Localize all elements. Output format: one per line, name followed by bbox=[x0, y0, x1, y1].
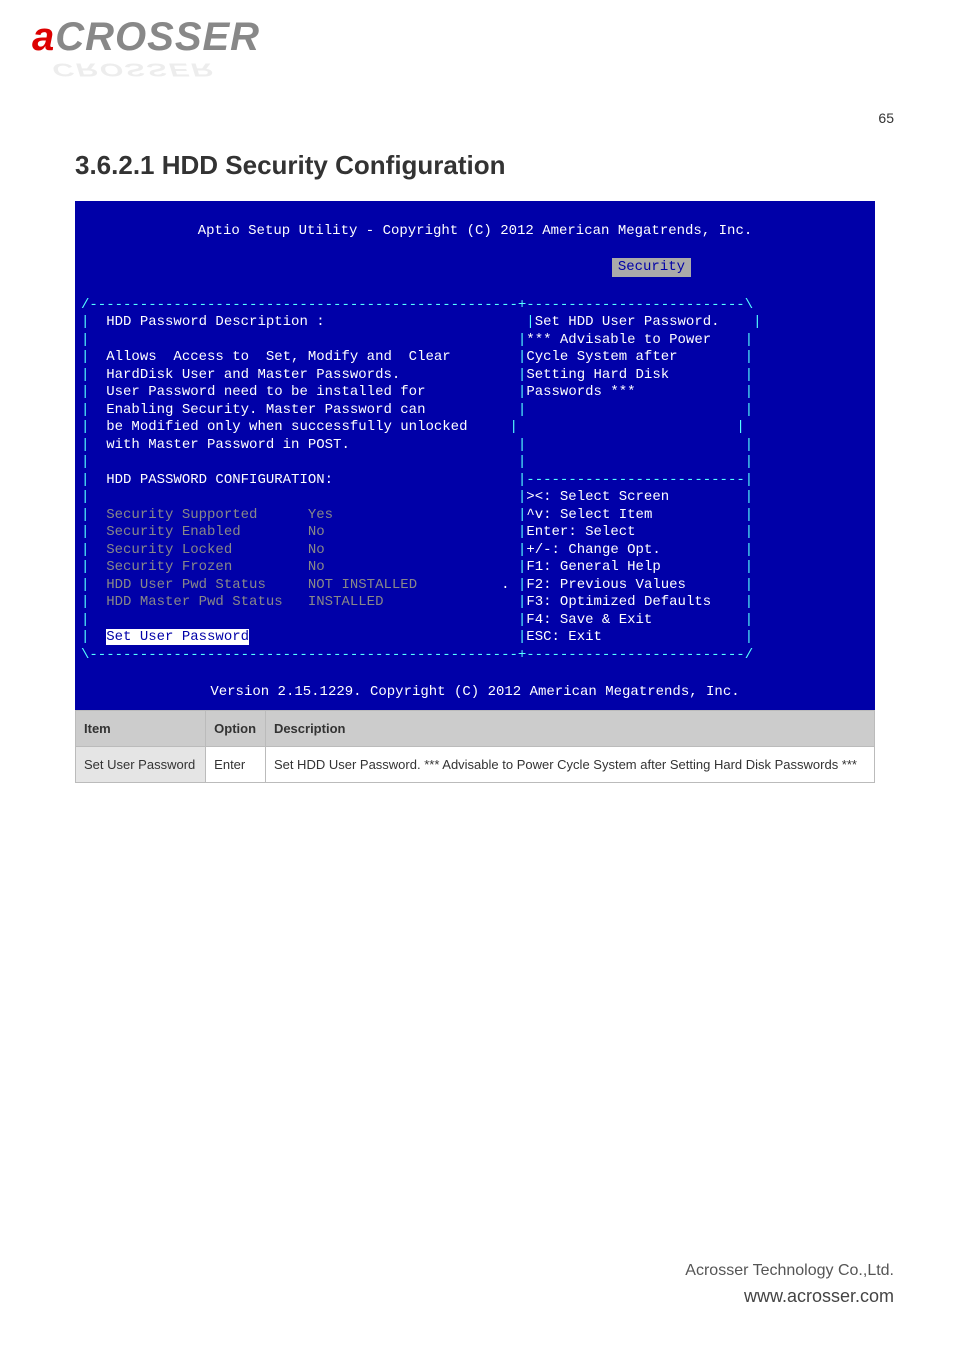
page-footer: Acrosser Technology Co.,Ltd. www.acrosse… bbox=[685, 1259, 894, 1310]
bios-row5-label: HDD Master Pwd Status bbox=[106, 594, 282, 610]
bios-key5: F1: General Help bbox=[526, 559, 660, 575]
td-item: Set User Password bbox=[76, 747, 206, 783]
options-table: Item Option Description Set User Passwor… bbox=[75, 710, 875, 783]
table-row: Set User Password Enter Set HDD User Pas… bbox=[76, 747, 875, 783]
th-desc: Description bbox=[265, 711, 874, 747]
bios-desc5: be Modified only when successfully unloc… bbox=[106, 419, 467, 435]
main-section: 3.6.2.1 HDD Security Configuration Aptio… bbox=[75, 150, 875, 740]
bios-key7: F3: Optimized Defaults bbox=[526, 594, 711, 610]
bios-desc6: with Master Password in POST. bbox=[106, 437, 350, 453]
td-option: Enter bbox=[206, 747, 266, 783]
bios-body: /---------------------------------------… bbox=[75, 297, 875, 665]
bios-header: Aptio Setup Utility - Copyright (C) 2012… bbox=[75, 219, 875, 241]
bios-row4-val: NOT INSTALLED bbox=[308, 577, 417, 593]
bios-help-l5: Passwords *** bbox=[526, 384, 635, 400]
bios-desc2: HardDisk User and Master Passwords. bbox=[106, 367, 400, 383]
bios-key8: F4: Save & Exit bbox=[526, 612, 652, 628]
bios-row3-val: No bbox=[308, 559, 325, 575]
section-title: 3.6.2.1 HDD Security Configuration bbox=[75, 150, 875, 181]
logo-letter-a: a bbox=[32, 15, 55, 59]
bios-help-l4: Setting Hard Disk bbox=[526, 367, 669, 383]
bios-desc1: Allows Access to Set, Modify and Clear bbox=[106, 349, 450, 365]
bios-row0-label: Security Supported bbox=[106, 507, 257, 523]
bios-help-l1: Set HDD User Password. bbox=[535, 314, 720, 330]
logo-shadow: CROSSER bbox=[52, 59, 260, 79]
bios-selected-item[interactable]: Set User Password bbox=[106, 629, 249, 645]
bios-footer: Version 2.15.1229. Copyright (C) 2012 Am… bbox=[75, 682, 875, 706]
footer-url: www.acrosser.com bbox=[685, 1283, 894, 1310]
table-header-row: Item Option Description bbox=[76, 711, 875, 747]
bios-row1-label: Security Enabled bbox=[106, 524, 240, 540]
bios-key3: Enter: Select bbox=[526, 524, 635, 540]
bios-hdd-desc-title: HDD Password Description : bbox=[106, 314, 324, 330]
bios-row4-label: HDD User Pwd Status bbox=[106, 577, 266, 593]
bios-help-l2: *** Advisable to Power bbox=[526, 332, 711, 348]
bios-row3-label: Security Frozen bbox=[106, 559, 232, 575]
th-item: Item bbox=[76, 711, 206, 747]
bios-desc3: User Password need to be installed for bbox=[106, 384, 425, 400]
bios-tabline: Security bbox=[75, 258, 875, 280]
td-desc: Set HDD User Password. *** Advisable to … bbox=[265, 747, 874, 783]
th-option: Option bbox=[206, 711, 266, 747]
bios-cfg-title: HDD PASSWORD CONFIGURATION: bbox=[106, 472, 333, 488]
bios-key2: ^v: Select Item bbox=[526, 507, 652, 523]
bios-row0-val: Yes bbox=[308, 507, 333, 523]
bios-desc4: Enabling Security. Master Password can bbox=[106, 402, 425, 418]
bios-tab-security: Security bbox=[612, 258, 691, 278]
logo-rest: CROSSER bbox=[55, 15, 260, 59]
footer-company: Acrosser Technology Co.,Ltd. bbox=[685, 1259, 894, 1283]
bios-row2-label: Security Locked bbox=[106, 542, 232, 558]
bios-key6: F2: Previous Values bbox=[526, 577, 686, 593]
page-number: 65 bbox=[878, 110, 894, 126]
bios-row1-val: No bbox=[308, 524, 325, 540]
bios-key4: +/-: Change Opt. bbox=[526, 542, 660, 558]
bios-key1: ><: Select Screen bbox=[526, 489, 669, 505]
bios-row2-val: No bbox=[308, 542, 325, 558]
bios-key9: ESC: Exit bbox=[526, 629, 602, 645]
bios-help-l3: Cycle System after bbox=[526, 349, 677, 365]
logo: aCROSSER CROSSER bbox=[32, 15, 260, 86]
bios-row5-val: INSTALLED bbox=[308, 594, 384, 610]
bios-screenshot: Aptio Setup Utility - Copyright (C) 2012… bbox=[75, 201, 875, 740]
